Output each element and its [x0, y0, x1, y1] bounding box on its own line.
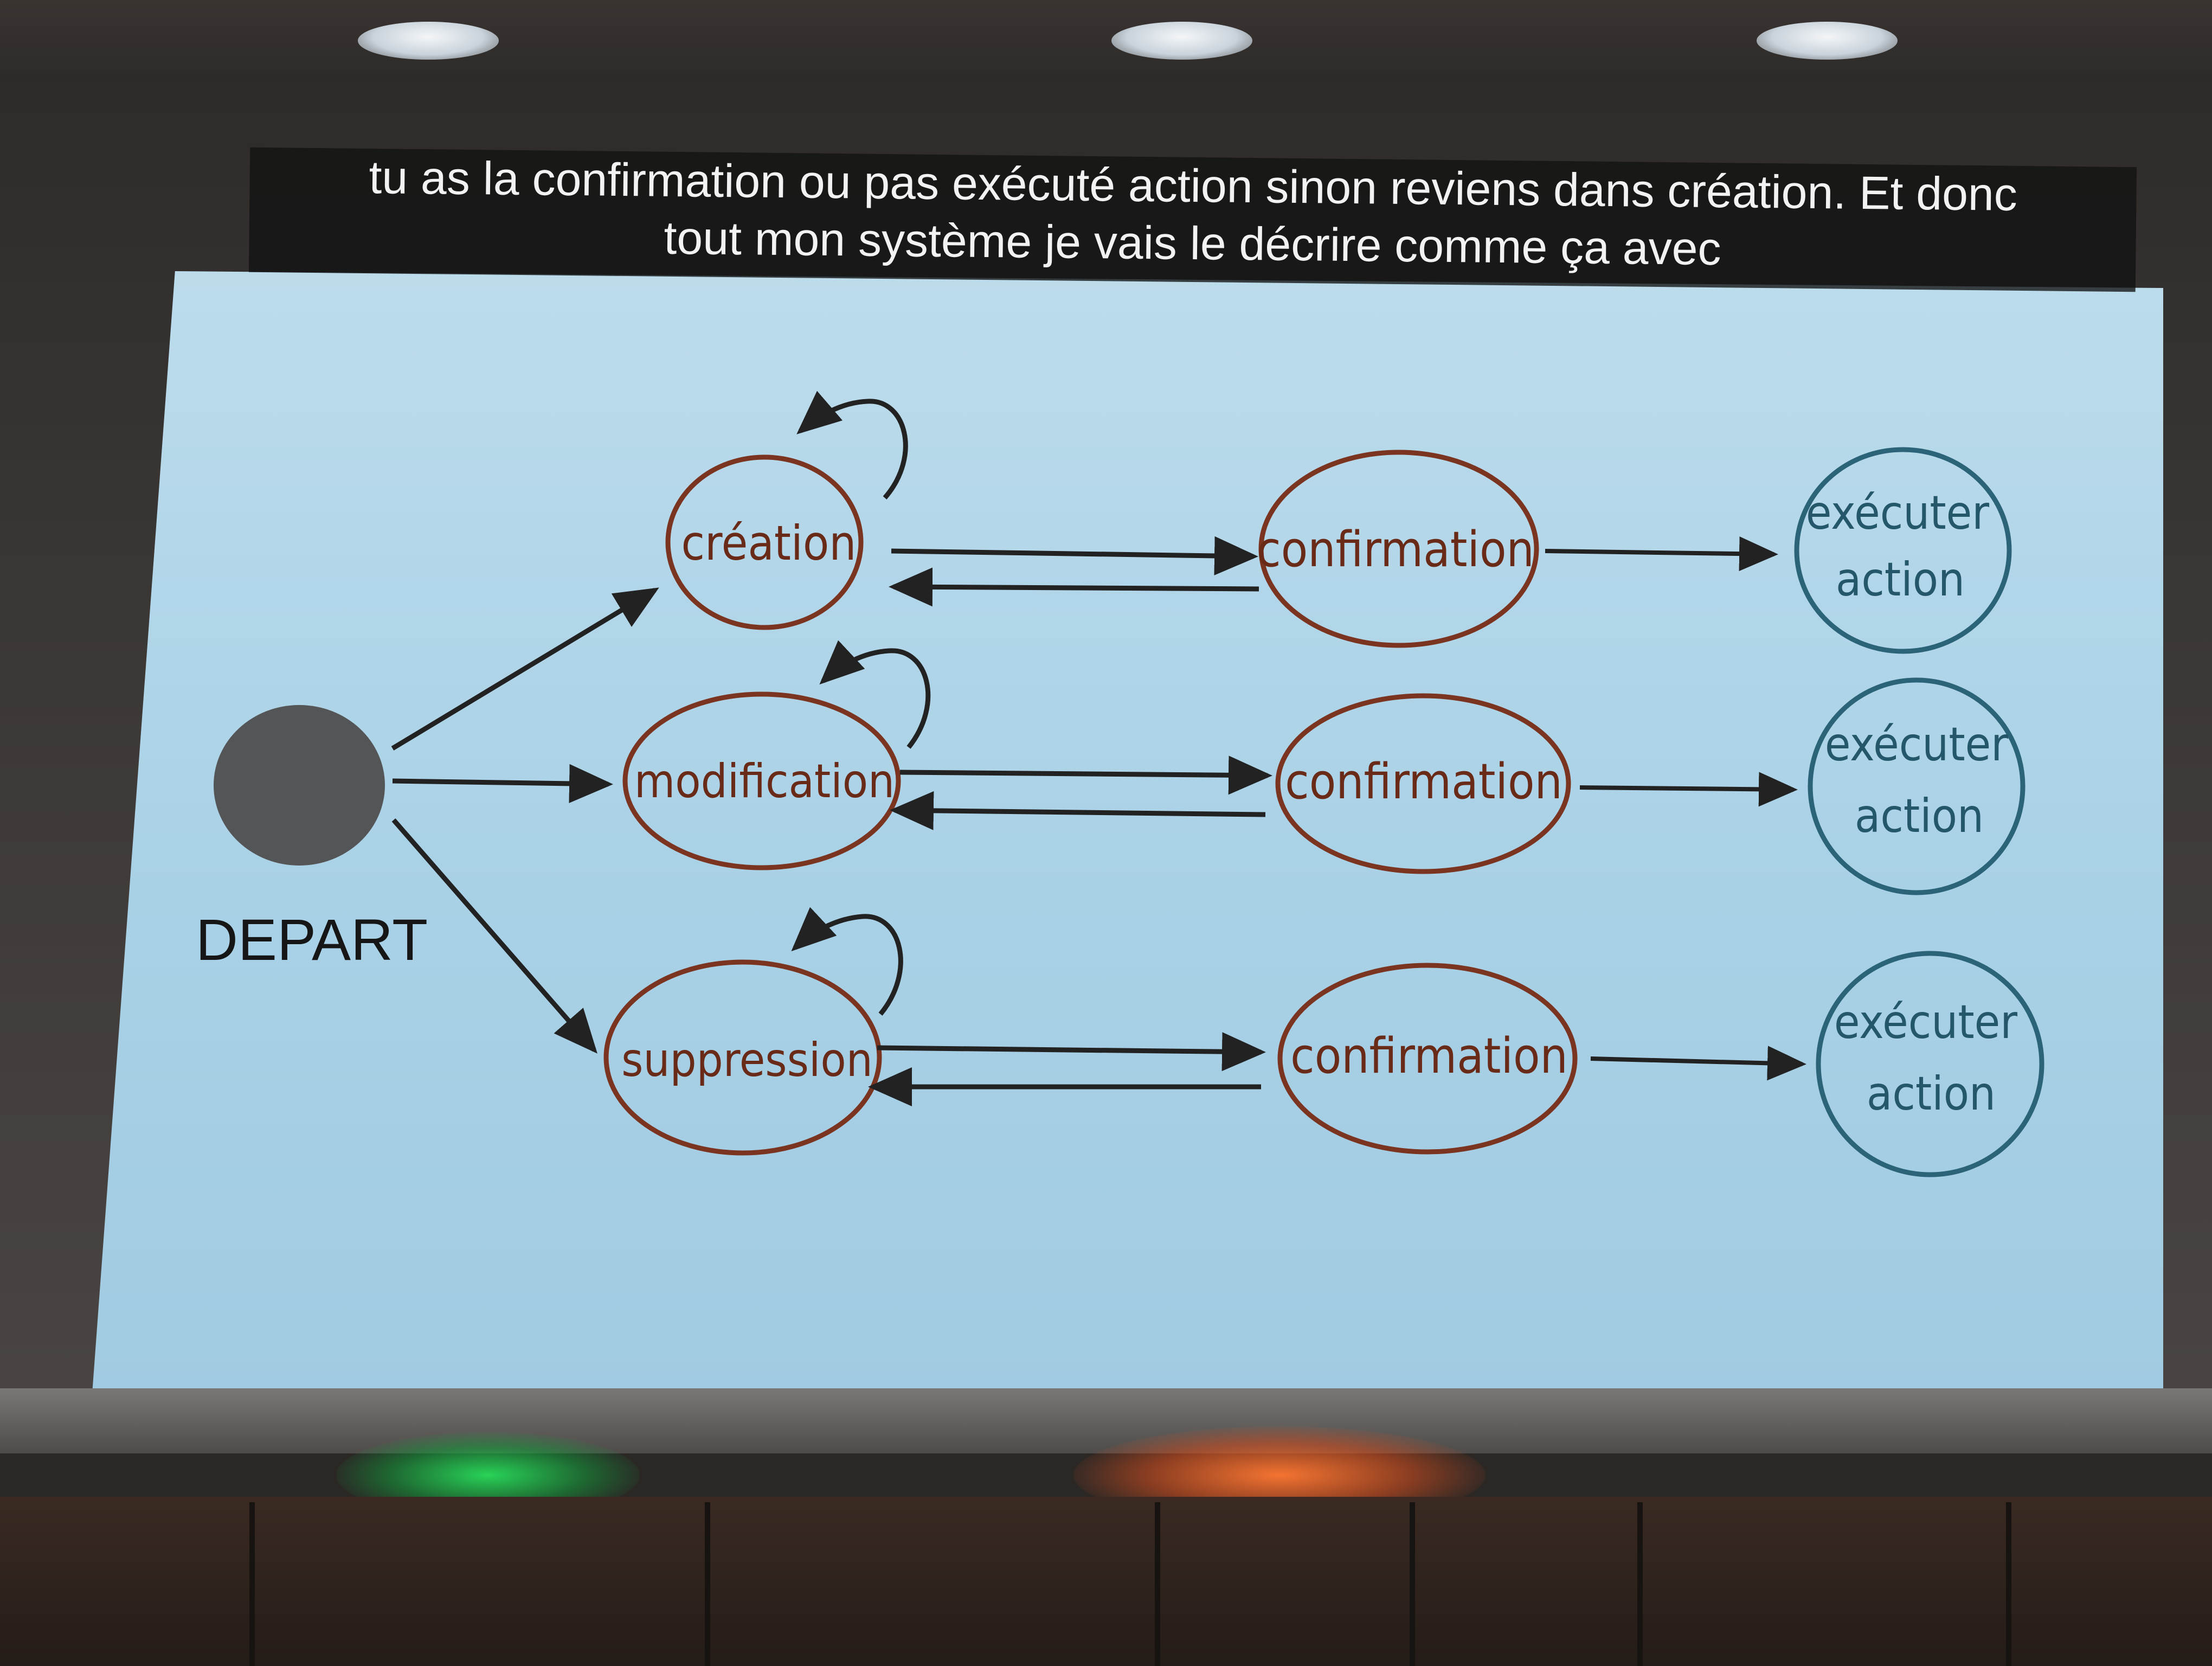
state-execute-1-line1: exécuter	[1806, 486, 1989, 540]
self-loop-creation	[796, 390, 908, 499]
arrow-confirmation-2-to-execute-2	[1579, 772, 1798, 807]
state-execute-action-2	[1808, 677, 2025, 895]
panel-divider-4	[1410, 1502, 1415, 1666]
state-creation-label: création	[681, 515, 857, 571]
arrow-start-to-creation	[391, 587, 659, 751]
panel-divider-2	[705, 1502, 710, 1666]
state-confirmation-3-label: confirmation	[1290, 1028, 1568, 1085]
state-execute-3-line2: action	[1867, 1067, 1996, 1121]
panel-divider-1	[249, 1502, 255, 1666]
arrow-start-to-modification	[392, 764, 613, 803]
state-suppression-label: suppression	[621, 1033, 873, 1087]
arrow-confirmation-1-to-execute-1	[1545, 536, 1778, 572]
start-node	[214, 705, 385, 866]
state-execute-1-line2: action	[1836, 553, 1965, 607]
panel-divider-5	[1637, 1502, 1643, 1666]
state-execute-2-line2: action	[1855, 789, 1984, 843]
start-label: DEPART	[196, 907, 428, 972]
arrow-creation-to-confirmation-1	[891, 536, 1258, 575]
state-execute-action-1	[1794, 447, 2012, 654]
state-confirmation-2-label: confirmation	[1285, 753, 1562, 810]
arrow-confirmation-2-to-modification	[890, 791, 1266, 830]
state-execute-3-line1: exécuter	[1834, 995, 2017, 1049]
screen-bottom-frame	[0, 1388, 2212, 1453]
panel-divider-6	[2006, 1502, 2011, 1666]
state-confirmation-1-label: confirmation	[1257, 521, 1534, 578]
panel-divider-3	[1155, 1502, 1160, 1666]
state-modification-label: modification	[634, 754, 895, 809]
arrow-modification-to-confirmation-2	[899, 755, 1272, 795]
wall-panels	[0, 1497, 2212, 1666]
state-execute-action-3	[1816, 951, 2044, 1177]
arrow-confirmation-1-to-creation	[889, 567, 1259, 607]
arrow-suppression-to-confirmation-3	[877, 1032, 1266, 1072]
arrow-confirmation-3-to-execute-3	[1590, 1046, 1806, 1081]
state-execute-2-line1: exécuter	[1825, 717, 2008, 772]
